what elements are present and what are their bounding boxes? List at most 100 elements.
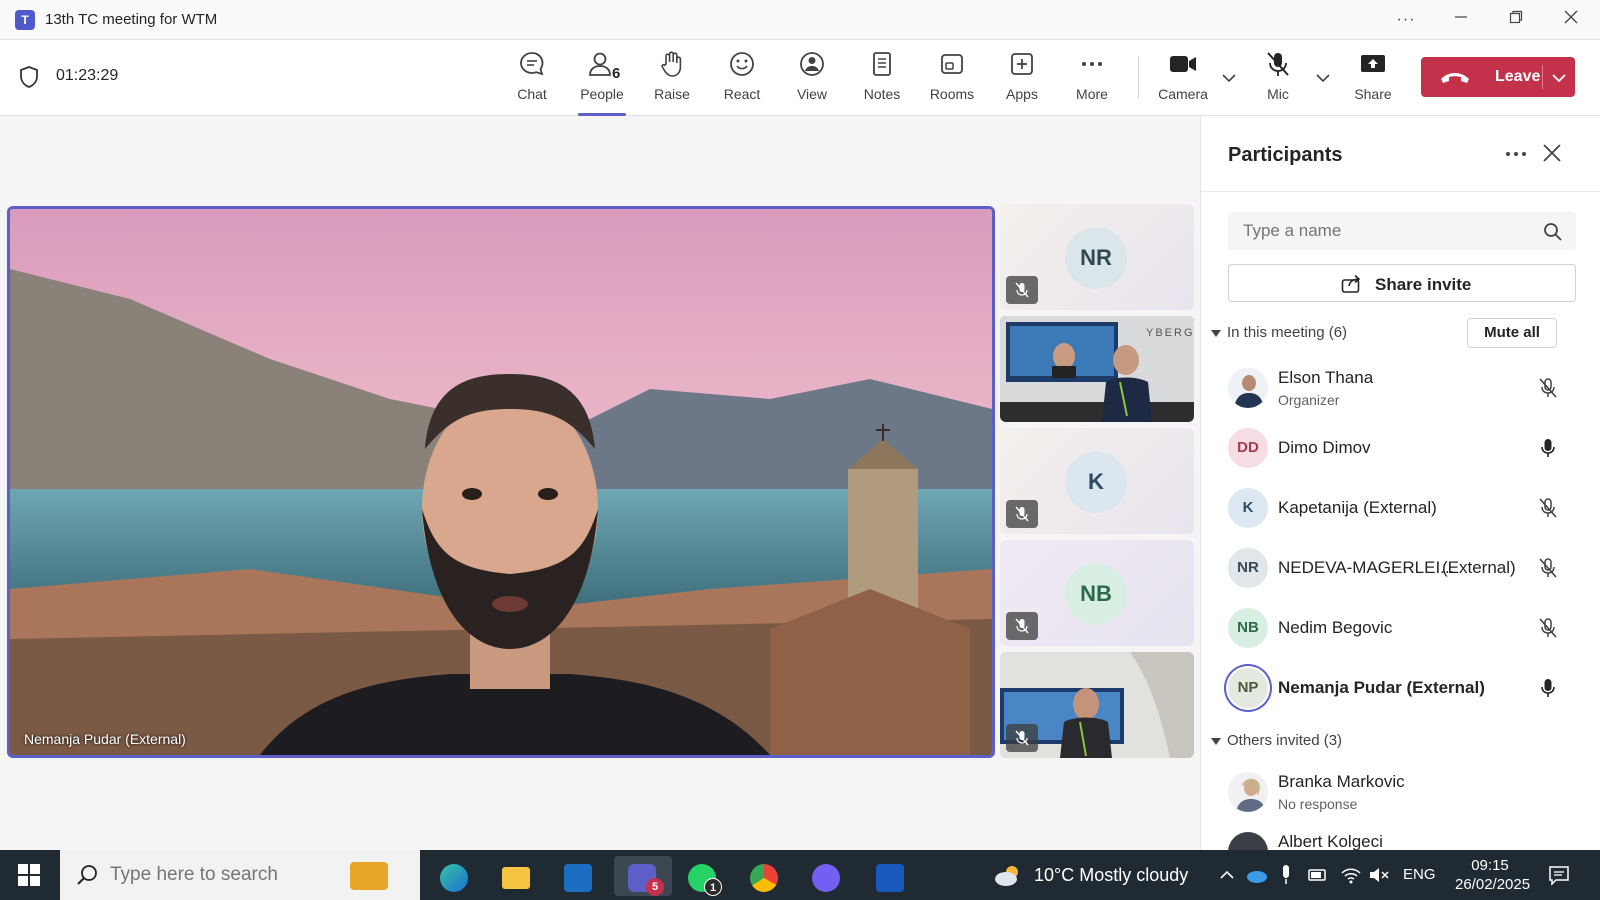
participant-tile-nr[interactable]: NR — [1000, 204, 1194, 310]
participant-tile-video-1[interactable]: YBERG — [1000, 316, 1194, 422]
invited-row[interactable]: Albert Kolgeci — [1201, 824, 1600, 850]
battery-icon[interactable] — [1307, 865, 1329, 885]
participant-row[interactable]: NP Nemanja Pudar (External) — [1201, 660, 1600, 716]
participant-tile-k[interactable]: K — [1000, 428, 1194, 534]
mute-all-button[interactable]: Mute all — [1467, 318, 1557, 348]
mic-button[interactable]: Mic — [1246, 50, 1310, 110]
word-app-button[interactable] — [866, 856, 914, 896]
restore-button[interactable] — [1496, 6, 1536, 34]
camera-button[interactable]: Camera — [1151, 50, 1215, 110]
camera-icon — [1170, 56, 1196, 72]
onedrive-cloud-icon[interactable] — [1246, 866, 1268, 884]
participant-row[interactable]: NR NEDEVA-MAGERLEI... (External) — [1201, 540, 1600, 596]
more-dots-icon — [1082, 62, 1102, 66]
participant-row[interactable]: K Kapetanija (External) — [1201, 480, 1600, 536]
avatar: NB — [1228, 608, 1268, 648]
share-invite-button[interactable]: Share invite — [1228, 264, 1576, 302]
share-screen-icon — [1361, 55, 1385, 72]
search-icon — [77, 865, 97, 885]
share-button[interactable]: Share — [1341, 50, 1405, 110]
chrome-app-button[interactable] — [740, 856, 788, 896]
notes-button[interactable]: Notes — [850, 50, 914, 110]
mic-off-icon[interactable] — [1537, 377, 1559, 399]
raise-hand-button[interactable]: Raise — [640, 50, 704, 110]
apps-button[interactable]: Apps — [990, 50, 1054, 110]
avatar — [1228, 832, 1268, 850]
react-button[interactable]: React — [710, 50, 774, 110]
people-button[interactable]: 6 People — [570, 50, 634, 116]
speaker-name-label: Nemanja Pudar (External) — [24, 731, 186, 747]
rooms-icon — [941, 54, 963, 74]
file-explorer-button[interactable] — [492, 856, 540, 896]
folder-icon — [502, 867, 530, 889]
avatar: DD — [1228, 428, 1268, 468]
invited-row[interactable]: Branka Markovic No response — [1201, 764, 1600, 820]
participant-tile-video-2[interactable] — [1000, 652, 1194, 758]
language-indicator[interactable]: ENG — [1403, 850, 1436, 900]
leave-button[interactable]: Leave — [1421, 57, 1575, 97]
mic-off-icon[interactable] — [1537, 557, 1559, 579]
muted-indicator — [1006, 500, 1038, 528]
microphone-tray-icon[interactable] — [1280, 864, 1292, 886]
participant-row[interactable]: DD Dimo Dimov — [1201, 420, 1600, 476]
avatar: NP — [1228, 668, 1268, 708]
mic-on-icon[interactable] — [1537, 677, 1559, 699]
leave-options-chevron-icon[interactable] — [1549, 68, 1569, 88]
view-button[interactable]: View — [780, 50, 844, 110]
whatsapp-app-button[interactable]: 1 — [678, 856, 726, 896]
mic-on-icon[interactable] — [1537, 437, 1559, 459]
notifications-icon[interactable] — [1548, 864, 1570, 886]
participant-row[interactable]: Elson Thana Organizer — [1201, 360, 1600, 416]
search-icon — [1544, 223, 1562, 241]
avatar: NB — [1065, 563, 1127, 625]
viber-app-button[interactable] — [802, 856, 850, 896]
mic-off-icon[interactable] — [1537, 617, 1559, 639]
close-window-button[interactable] — [1551, 6, 1591, 34]
window-more-button[interactable]: ··· — [1386, 6, 1426, 34]
taskbar-clock[interactable]: 09:15 26/02/2025 — [1455, 856, 1530, 894]
avatar: K — [1228, 488, 1268, 528]
mic-off-icon[interactable] — [1537, 497, 1559, 519]
briefcase-icon[interactable] — [350, 862, 388, 890]
speaker-video-feed — [10, 209, 992, 755]
participant-tile-nb[interactable]: NB — [1000, 540, 1194, 646]
wifi-icon[interactable] — [1340, 865, 1362, 885]
more-button[interactable]: More — [1060, 50, 1124, 110]
minimize-button[interactable] — [1441, 6, 1481, 34]
shield-icon — [20, 66, 38, 88]
teams-app-button[interactable]: 5 — [614, 856, 672, 896]
in-meeting-section-toggle[interactable]: In this meeting (6) — [1211, 324, 1347, 341]
weather-widget[interactable]: 10°C Mostly cloudy — [1034, 850, 1188, 900]
panel-more-icon[interactable] — [1503, 142, 1529, 166]
participant-row[interactable]: NB Nedim Begovic — [1201, 600, 1600, 656]
mic-off-icon — [1267, 52, 1289, 76]
participant-video-feed: YBERG — [1000, 316, 1194, 422]
chrome-icon — [750, 864, 778, 892]
volume-muted-icon[interactable] — [1368, 865, 1390, 885]
outlook-app-button[interactable] — [554, 856, 602, 896]
main-speaker-video[interactable]: Nemanja Pudar (External) — [7, 206, 995, 758]
camera-options-chevron-icon[interactable] — [1219, 68, 1239, 88]
avatar: K — [1065, 451, 1127, 513]
avatar — [1228, 368, 1268, 408]
mic-off-icon — [1015, 730, 1029, 746]
people-count: 6 — [612, 65, 621, 82]
title-bar: T 13th TC meeting for WTM ··· — [0, 0, 1600, 40]
muted-indicator — [1006, 612, 1038, 640]
chat-button[interactable]: Chat — [500, 50, 564, 110]
viber-icon — [812, 864, 840, 892]
edge-app-button[interactable] — [430, 856, 478, 896]
participant-search-input[interactable] — [1228, 212, 1576, 250]
mic-options-chevron-icon[interactable] — [1313, 68, 1333, 88]
outlook-icon — [564, 864, 592, 892]
others-invited-section-toggle[interactable]: Others invited (3) — [1211, 732, 1342, 749]
chevron-up-icon[interactable] — [1219, 867, 1235, 883]
close-icon[interactable] — [1541, 142, 1563, 164]
windows-start-icon[interactable] — [18, 864, 40, 886]
hang-up-icon — [1441, 73, 1469, 83]
participants-panel: Participants Share invite In this meetin… — [1200, 116, 1600, 850]
meeting-toolbar: 01:23:29 Chat 6 People Raise React View … — [0, 40, 1600, 116]
panel-title: Participants — [1228, 144, 1343, 166]
weather-cloudy-icon — [995, 866, 1018, 886]
rooms-button[interactable]: Rooms — [920, 50, 984, 110]
